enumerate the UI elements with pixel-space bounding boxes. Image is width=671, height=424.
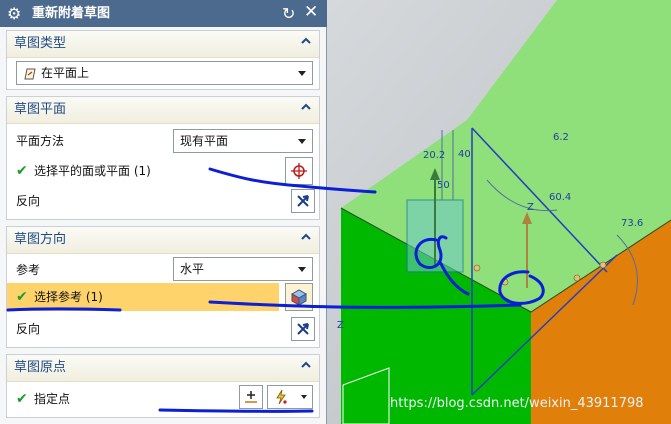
plane-sketch-icon bbox=[24, 68, 36, 80]
reattach-sketch-dialog: ⚙ 重新附着草图 ↻ ✕ 草图类型 在平面上 草图平面 平面方法 现有平面 ✔ … bbox=[0, 0, 327, 424]
section-title: 草图原点 bbox=[14, 360, 67, 375]
sketch-type-value: 在平面上 bbox=[41, 66, 90, 80]
section-title: 草图类型 bbox=[14, 36, 67, 51]
section-header-sketch-orientation[interactable]: 草图方向 bbox=[7, 227, 319, 254]
plane-method-dropdown[interactable]: 现有平面 bbox=[173, 129, 313, 153]
section-sketch-plane: 草图平面 平面方法 现有平面 ✔ 选择平的面或平面 (1) 反向 bbox=[6, 96, 320, 220]
vertex-marker[interactable] bbox=[573, 274, 581, 282]
orientation-reverse-label: 反向 bbox=[16, 322, 41, 336]
reference-label: 参考 bbox=[16, 263, 41, 277]
point-dialog-button[interactable] bbox=[239, 385, 263, 409]
section-header-sketch-type[interactable]: 草图类型 bbox=[7, 31, 319, 58]
plane-reverse-label: 反向 bbox=[16, 194, 41, 208]
dimension-text: 20.2 bbox=[423, 150, 445, 161]
section-sketch-origin: 草图原点 ✔ 指定点 bbox=[6, 354, 320, 418]
reset-icon[interactable]: ↻ bbox=[282, 4, 295, 23]
vertex-marker[interactable] bbox=[473, 264, 481, 272]
axis-label: Z bbox=[337, 320, 344, 331]
reverse-direction-icon bbox=[297, 323, 309, 335]
section-header-sketch-plane[interactable]: 草图平面 bbox=[7, 97, 319, 124]
check-icon: ✔ bbox=[16, 289, 28, 305]
cube-select-icon bbox=[290, 289, 308, 306]
chevron-down-icon bbox=[298, 71, 306, 76]
dimension-text: 50 bbox=[437, 180, 450, 191]
crosshair-icon bbox=[291, 163, 307, 179]
select-plane-label[interactable]: 选择平的面或平面 (1) bbox=[34, 163, 151, 179]
orientation-reverse-button[interactable] bbox=[291, 317, 315, 341]
chevron-up-icon[interactable] bbox=[299, 358, 313, 372]
section-title: 草图方向 bbox=[14, 232, 67, 247]
section-header-sketch-origin[interactable]: 草图原点 bbox=[7, 355, 319, 382]
close-icon[interactable]: ✕ bbox=[304, 3, 318, 22]
dialog-titlebar: ⚙ 重新附着草图 ↻ ✕ bbox=[0, 0, 327, 27]
chevron-down-icon bbox=[301, 395, 307, 399]
lightning-icon bbox=[276, 389, 287, 405]
plane-reverse-button[interactable] bbox=[291, 189, 315, 213]
plane-method-value: 现有平面 bbox=[180, 134, 229, 148]
point-inference-dropdown[interactable] bbox=[267, 385, 313, 409]
dialog-title: 重新附着草图 bbox=[32, 6, 111, 21]
sketch-type-dropdown[interactable]: 在平面上 bbox=[16, 61, 313, 85]
reference-dropdown[interactable]: 水平 bbox=[173, 257, 313, 281]
reference-value: 水平 bbox=[180, 262, 205, 276]
select-reference-label[interactable]: 选择参考 (1) bbox=[34, 289, 103, 305]
chevron-down-icon bbox=[298, 139, 306, 144]
vertex-marker[interactable] bbox=[599, 261, 607, 269]
gear-icon[interactable]: ⚙ bbox=[7, 4, 21, 23]
check-icon: ✔ bbox=[16, 391, 28, 407]
chevron-up-icon[interactable] bbox=[299, 100, 313, 114]
watermark-text: https://blog.csdn.net/weixin_43911798 bbox=[390, 396, 644, 411]
dimension-text: 6.2 bbox=[553, 132, 569, 143]
dimension-text: 60.4 bbox=[549, 192, 571, 203]
check-icon: ✔ bbox=[16, 163, 28, 179]
section-title: 草图平面 bbox=[14, 102, 67, 117]
graphics-viewport[interactable]: 20.2 50 40 6.2 60.4 73.6 Z Z bbox=[327, 0, 671, 424]
select-plane-button[interactable] bbox=[285, 157, 313, 185]
chevron-down-icon bbox=[298, 267, 306, 272]
dimension-text: 40 bbox=[458, 149, 471, 160]
vertex-marker[interactable] bbox=[501, 278, 509, 286]
section-sketch-orientation: 草图方向 参考 水平 ✔ 选择参考 (1) 反向 bbox=[6, 226, 320, 348]
section-sketch-type: 草图类型 在平面上 bbox=[6, 30, 320, 90]
model-view[interactable]: 20.2 50 40 6.2 60.4 73.6 Z Z bbox=[327, 0, 671, 424]
reverse-direction-icon bbox=[297, 195, 309, 207]
chevron-up-icon[interactable] bbox=[299, 34, 313, 48]
dimension-text: 73.6 bbox=[621, 218, 643, 229]
select-reference-button[interactable] bbox=[285, 283, 313, 311]
specify-point-label[interactable]: 指定点 bbox=[34, 391, 70, 407]
chevron-up-icon[interactable] bbox=[299, 230, 313, 244]
plane-method-label: 平面方法 bbox=[16, 134, 65, 148]
axis-label: Z bbox=[527, 202, 534, 213]
point-plus-icon bbox=[245, 391, 257, 403]
